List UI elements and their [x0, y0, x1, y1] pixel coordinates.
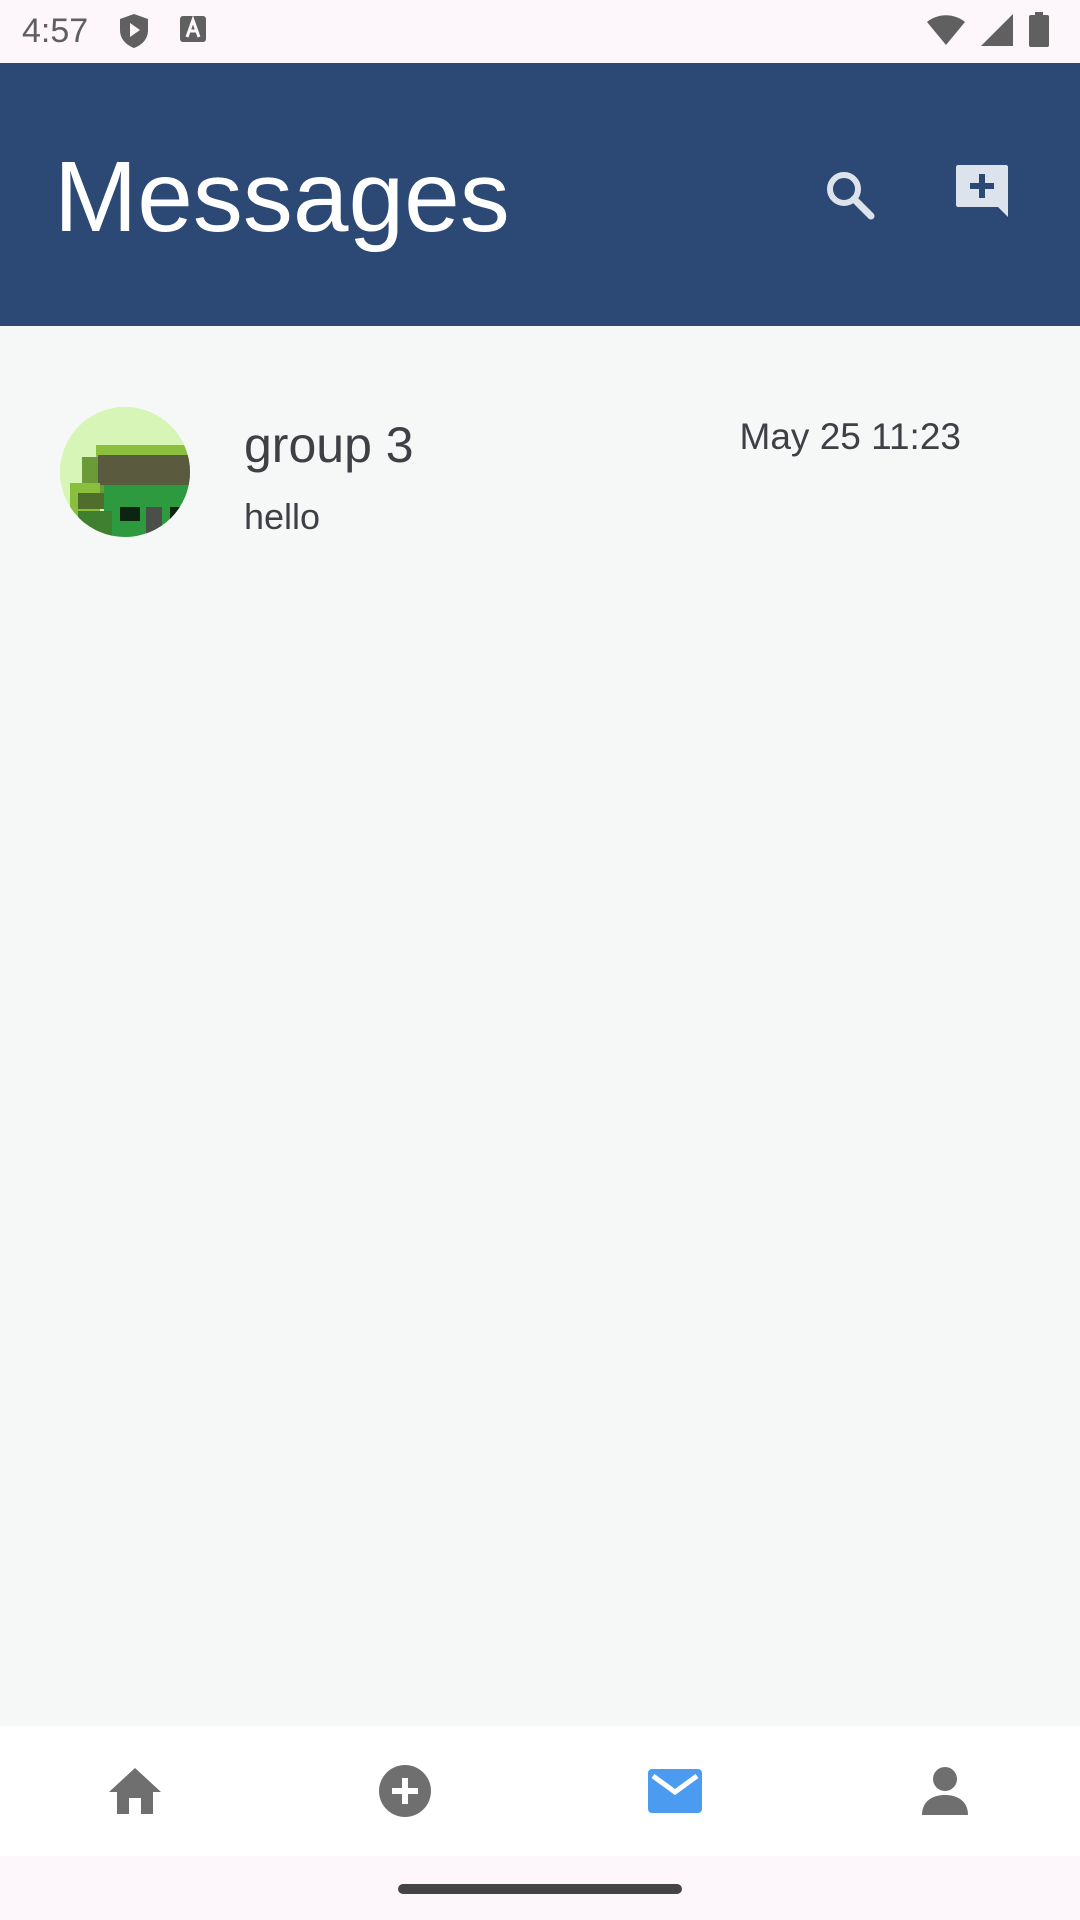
conversation-name: group 3 [244, 417, 414, 473]
pixel-art-avatar [60, 407, 190, 537]
gesture-bar [0, 1856, 1080, 1920]
list-item[interactable]: group 3 hello May 25 11:23 [0, 396, 1080, 556]
signal-icon [981, 14, 1013, 46]
nav-messages[interactable] [540, 1726, 810, 1856]
status-bar: 4:57 [0, 0, 1080, 63]
page-title: Messages [54, 141, 510, 253]
status-time: 4:57 [22, 12, 89, 50]
conversation-preview: hello [244, 496, 321, 537]
home-icon [109, 1768, 161, 1814]
status-right-icons [926, 12, 1050, 48]
battery-icon [1029, 12, 1049, 47]
keyboard-a-icon [180, 15, 206, 42]
add-circle-icon [379, 1765, 431, 1817]
conversation-timestamp: May 25 11:23 [739, 416, 961, 457]
nav-create[interactable] [270, 1726, 540, 1856]
gesture-handle[interactable] [398, 1884, 682, 1894]
app-bar: Messages [0, 63, 1080, 326]
nav-home[interactable] [0, 1726, 270, 1856]
avatar [60, 407, 190, 537]
status-left-icons [118, 13, 208, 49]
nav-profile[interactable] [810, 1726, 1080, 1856]
shield-play-icon [120, 14, 148, 48]
new-message-icon [956, 165, 1008, 217]
search-icon [827, 172, 875, 220]
bottom-nav [0, 1726, 1080, 1856]
mail-icon [648, 1769, 702, 1813]
new-message-button[interactable] [950, 159, 1014, 223]
person-icon [922, 1767, 968, 1815]
wifi-icon [927, 15, 965, 45]
search-button[interactable] [818, 163, 882, 227]
conversation-list: group 3 hello May 25 11:23 [0, 326, 1080, 1726]
